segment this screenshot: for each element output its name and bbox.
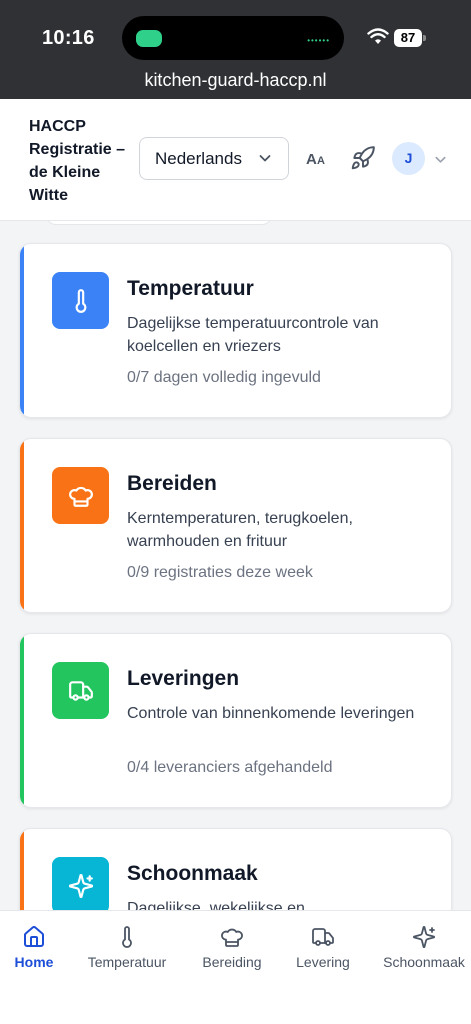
chef-hat-icon bbox=[221, 928, 243, 947]
card-description: Dagelijkse, wekelijkse en bbox=[127, 900, 305, 910]
dynamic-island: •••••• bbox=[122, 16, 344, 60]
card-title: Leveringen bbox=[127, 667, 240, 690]
card-accent-bar bbox=[20, 634, 24, 807]
card-description: Dagelijkse temperatuurcontrole van koelc… bbox=[127, 315, 379, 355]
battery-tip bbox=[423, 35, 426, 41]
thermometer-icon bbox=[52, 272, 109, 329]
card-bereiden[interactable]: Bereiden Kerntemperaturen, terugkoelen, … bbox=[19, 438, 452, 613]
tab-label: Levering bbox=[296, 954, 350, 970]
bottom-tab-bar: Home Temperatuur Bereiding Levering Scho… bbox=[0, 910, 471, 1024]
card-schoonmaak[interactable]: Schoonmaak Dagelijkse, wekelijkse en bbox=[19, 828, 452, 910]
card-title: Bereiden bbox=[127, 472, 217, 495]
chef-hat-icon bbox=[52, 467, 109, 524]
card-leveringen[interactable]: Leveringen Controle van binnenkomende le… bbox=[19, 633, 452, 808]
status-bar: 10:16 •••••• 87 kitchen-guard-haccp.nl bbox=[0, 0, 471, 99]
chevron-down-icon bbox=[259, 155, 271, 162]
activity-dots-icon: •••••• bbox=[307, 36, 330, 45]
tab-label: Bereiding bbox=[202, 954, 262, 970]
tab-schoonmaak[interactable]: Schoonmaak bbox=[380, 925, 468, 970]
font-size-icon[interactable]: A A bbox=[306, 147, 330, 169]
tab-bereiding[interactable]: Bereiding bbox=[198, 925, 266, 970]
activity-indicator-icon bbox=[136, 30, 162, 47]
sparkles-icon bbox=[52, 857, 109, 910]
card-accent-bar bbox=[20, 244, 24, 417]
avatar[interactable]: J bbox=[392, 142, 425, 175]
app-header: HACCP Registratie – de Kleine Witte Nede… bbox=[0, 99, 471, 221]
card-progress: 0/7 dagen volledig ingevuld bbox=[127, 369, 321, 386]
tab-temperatuur[interactable]: Temperatuur bbox=[82, 925, 172, 970]
home-icon bbox=[24, 926, 44, 947]
card-description: Kerntemperaturen, terugkoelen, warmhoude… bbox=[127, 510, 353, 550]
battery-icon: 87 bbox=[394, 29, 422, 47]
language-select-value: Nederlands bbox=[155, 149, 242, 168]
dashboard-content: Temperatuur Dagelijkse temperatuurcontro… bbox=[0, 221, 471, 910]
chevron-down-icon[interactable] bbox=[434, 153, 447, 166]
card-progress: 0/4 leveranciers afgehandeld bbox=[127, 759, 333, 776]
card-title: Temperatuur bbox=[127, 277, 254, 300]
language-select[interactable]: Nederlands bbox=[139, 137, 289, 180]
card-accent-bar bbox=[20, 829, 24, 910]
truck-icon bbox=[52, 662, 109, 719]
card-description: Controle van binnenkomende leveringen bbox=[127, 705, 415, 722]
tab-home[interactable]: Home bbox=[14, 925, 54, 970]
tab-label: Schoonmaak bbox=[383, 954, 465, 970]
wifi-icon bbox=[367, 28, 389, 44]
sparkles-icon bbox=[413, 926, 435, 948]
tab-label: Home bbox=[14, 954, 54, 970]
card-temperatuur[interactable]: Temperatuur Dagelijkse temperatuurcontro… bbox=[19, 243, 452, 418]
card-accent-bar bbox=[20, 439, 24, 612]
truck-icon bbox=[312, 928, 334, 946]
page-title: HACCP Registratie – de Kleine Witte bbox=[29, 118, 126, 204]
svg-text:A: A bbox=[317, 155, 325, 167]
url-bar[interactable]: kitchen-guard-haccp.nl bbox=[0, 70, 471, 91]
status-time: 10:16 bbox=[42, 27, 95, 49]
previous-card-edge bbox=[46, 221, 272, 225]
rocket-icon[interactable] bbox=[350, 145, 376, 171]
tab-levering[interactable]: Levering bbox=[292, 925, 354, 970]
svg-text:A: A bbox=[306, 151, 317, 168]
card-title: Schoonmaak bbox=[127, 862, 258, 885]
thermometer-icon bbox=[122, 926, 132, 948]
card-progress: 0/9 registraties deze week bbox=[127, 564, 313, 581]
tab-label: Temperatuur bbox=[87, 954, 167, 970]
